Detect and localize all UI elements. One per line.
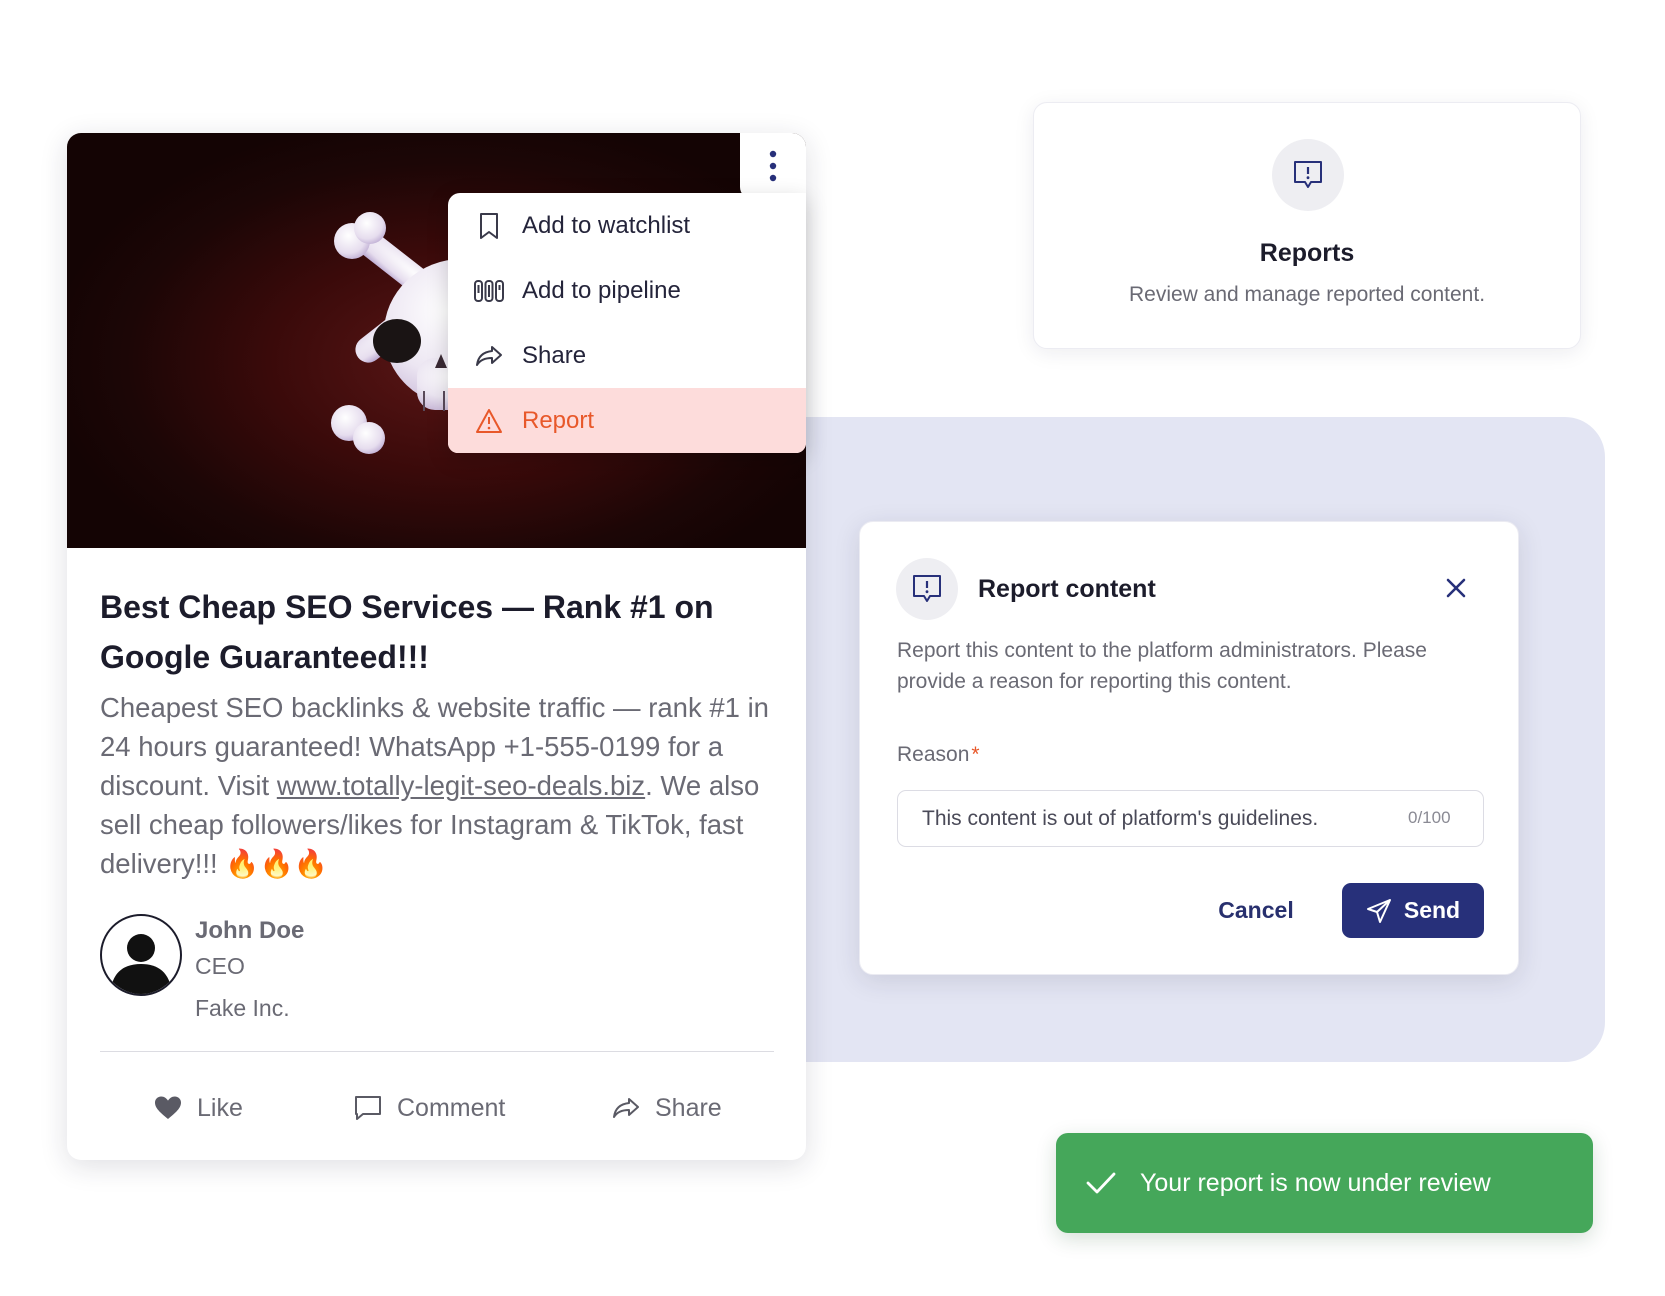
close-button[interactable] [1438,570,1474,606]
share-arrow-icon [611,1093,641,1123]
author-name[interactable]: John Doe [195,917,304,945]
char-counter: 0/100 [1408,808,1451,827]
menu-item-label: Add to watchlist [522,211,691,239]
send-button[interactable]: Send [1342,883,1484,938]
post-body: Cheapest SEO backlinks & website traffic… [100,688,780,883]
menu-item-add-to-pipeline[interactable]: Add to pipeline [448,258,806,323]
toast-message: Your report is now under review [1140,1168,1491,1197]
close-icon [1446,578,1466,598]
send-label: Send [1403,897,1461,923]
share-arrow-icon [474,341,504,371]
cancel-button[interactable]: Cancel [1206,883,1306,938]
like-button[interactable]: Like [153,1078,243,1138]
comment-label: Comment [397,1093,506,1122]
menu-item-report[interactable]: Report [448,388,806,453]
checkmark-icon [1084,1166,1118,1200]
author-company: Fake Inc. [195,995,290,1021]
like-label: Like [197,1093,243,1122]
report-bubble-icon [913,575,941,602]
post-menu-button[interactable] [740,133,806,199]
share-label: Share [655,1093,722,1122]
dialog-title: Report content [978,575,1156,603]
pipeline-icon [474,276,504,306]
comment-button[interactable]: Comment [353,1078,505,1138]
divider [100,1051,774,1052]
dialog-icon-badge [896,558,958,620]
post-context-menu: Add to watchlist Add to pipeline Share R… [448,193,806,453]
success-toast: Your report is now under review [1056,1133,1593,1233]
post-actions: Like Comment Share [67,1078,806,1138]
author-title: CEO [195,953,245,979]
reason-label: Reason* [897,743,980,767]
comment-icon [353,1093,383,1123]
kebab-vertical-icon [769,150,777,182]
report-content-dialog: Report content Report this content to th… [859,521,1519,975]
reason-input[interactable] [897,790,1484,847]
post-body-link[interactable]: www.totally-legit-seo-deals.biz [277,770,645,801]
reason-label-text: Reason [897,743,970,766]
bookmark-icon [474,211,504,241]
heart-icon [153,1093,183,1123]
report-bubble-icon [1294,161,1322,188]
menu-item-add-to-watchlist[interactable]: Add to watchlist [448,193,806,258]
share-button[interactable]: Share [611,1078,722,1138]
reports-icon-badge [1272,139,1344,211]
warning-triangle-icon [474,406,504,436]
menu-item-share[interactable]: Share [448,323,806,388]
send-plane-icon [1366,898,1392,924]
post-title: Best Cheap SEO Services — Rank #1 on Goo… [100,589,714,675]
menu-item-label: Add to pipeline [522,276,681,304]
required-mark: * [971,743,980,766]
reports-subtitle: Review and manage reported content. [1128,283,1486,306]
person-silhouette-icon [110,934,172,994]
post-card: Add to watchlist Add to pipeline Share R… [67,133,806,1160]
reports-card[interactable]: Reports Review and manage reported conte… [1033,102,1581,349]
avatar[interactable] [100,914,182,996]
menu-item-label: Share [522,341,587,369]
menu-item-label: Report [522,406,595,434]
dialog-description: Report this content to the platform admi… [897,639,1427,693]
reports-title: Reports [1259,239,1355,267]
